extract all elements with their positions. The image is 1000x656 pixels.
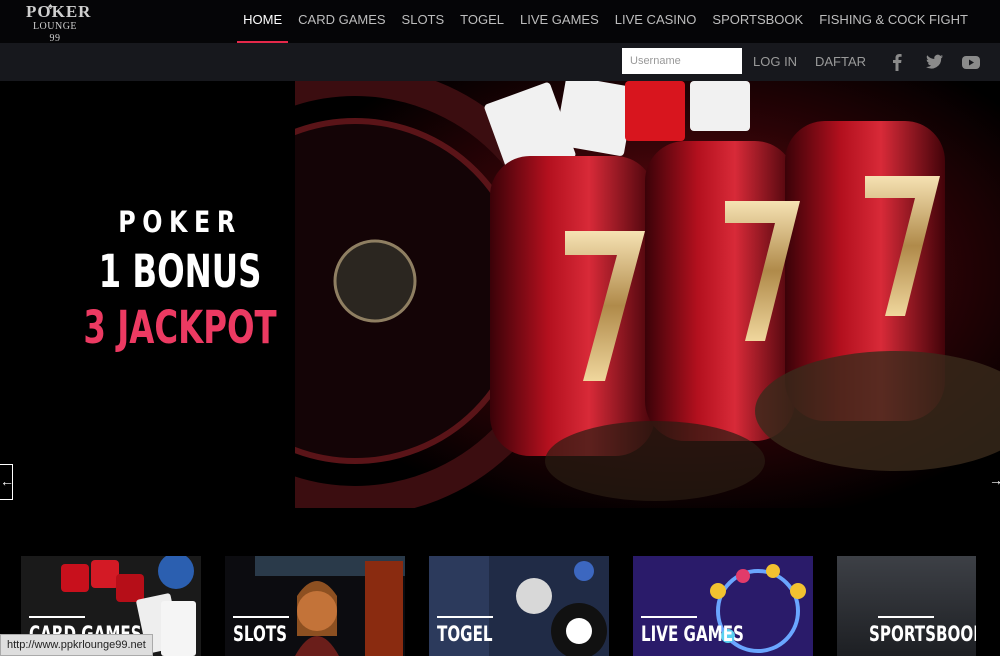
- status-bar-url: http://www.ppkrlounge99.net: [0, 634, 153, 656]
- carousel-next-arrow-icon[interactable]: →: [989, 472, 1000, 492]
- tile-divider: [29, 616, 85, 618]
- tile-label-slots: SLOTS: [233, 622, 288, 646]
- facebook-icon[interactable]: [886, 51, 908, 73]
- hero-line-jackpot: 3 JACKPOT: [83, 301, 277, 354]
- tile-label-sportsbook: SPORTSBOOK: [869, 622, 976, 646]
- hero-line-poker: POKER: [118, 205, 242, 239]
- tile-sportsbook[interactable]: SPORTSBOOK: [837, 556, 976, 656]
- hero-headline: POKER 1 BONUS 3 JACKPOT: [0, 205, 360, 353]
- main-menu: HOME CARD GAMES SLOTS TOGEL LIVE GAMES L…: [235, 0, 976, 43]
- tile-divider: [233, 616, 289, 618]
- tile-divider: [641, 616, 697, 618]
- slot-machine-illustration: [295, 81, 1000, 508]
- logo-line2: LOUNGE 99: [32, 21, 78, 44]
- login-bar: LOG IN DAFTAR: [0, 43, 1000, 81]
- nav-slots[interactable]: SLOTS: [394, 0, 453, 43]
- daftar-button[interactable]: DAFTAR: [815, 54, 866, 69]
- carousel-prev-arrow-icon[interactable]: ←: [0, 464, 14, 500]
- tile-slots[interactable]: SLOTS: [225, 556, 405, 656]
- login-button[interactable]: LOG IN: [753, 54, 797, 69]
- tile-live-games[interactable]: LIVE GAMES: [633, 556, 813, 656]
- nav-sportsbook[interactable]: SPORTSBOOK: [704, 0, 811, 43]
- spade-icon: ♠: [48, 1, 53, 11]
- site-logo[interactable]: ♠ POKER LOUNGE 99: [26, 1, 92, 44]
- twitter-icon[interactable]: [923, 51, 945, 73]
- logo-line1: POKER: [26, 2, 92, 21]
- tile-divider: [878, 616, 934, 618]
- tile-label-live-games: LIVE GAMES: [641, 622, 744, 646]
- nav-home[interactable]: HOME: [235, 0, 290, 43]
- username-input[interactable]: [622, 48, 742, 74]
- top-navbar: ♠ POKER LOUNGE 99 HOME CARD GAMES SLOTS …: [0, 0, 1000, 44]
- tile-label-togel: TOGEL: [437, 622, 493, 646]
- hero-line-bonus: 1 BONUS: [98, 245, 262, 298]
- youtube-icon[interactable]: [960, 51, 982, 73]
- nav-live-games[interactable]: LIVE GAMES: [512, 0, 607, 43]
- nav-togel[interactable]: TOGEL: [452, 0, 512, 43]
- nav-live-casino[interactable]: LIVE CASINO: [607, 0, 705, 43]
- nav-fishing-cock-fight[interactable]: FISHING & COCK FIGHT: [811, 0, 976, 43]
- nav-card-games[interactable]: CARD GAMES: [290, 0, 393, 43]
- hero-banner: POKER 1 BONUS 3 JACKPOT: [0, 81, 1000, 508]
- tile-togel[interactable]: TOGEL: [429, 556, 609, 656]
- tile-divider: [437, 616, 493, 618]
